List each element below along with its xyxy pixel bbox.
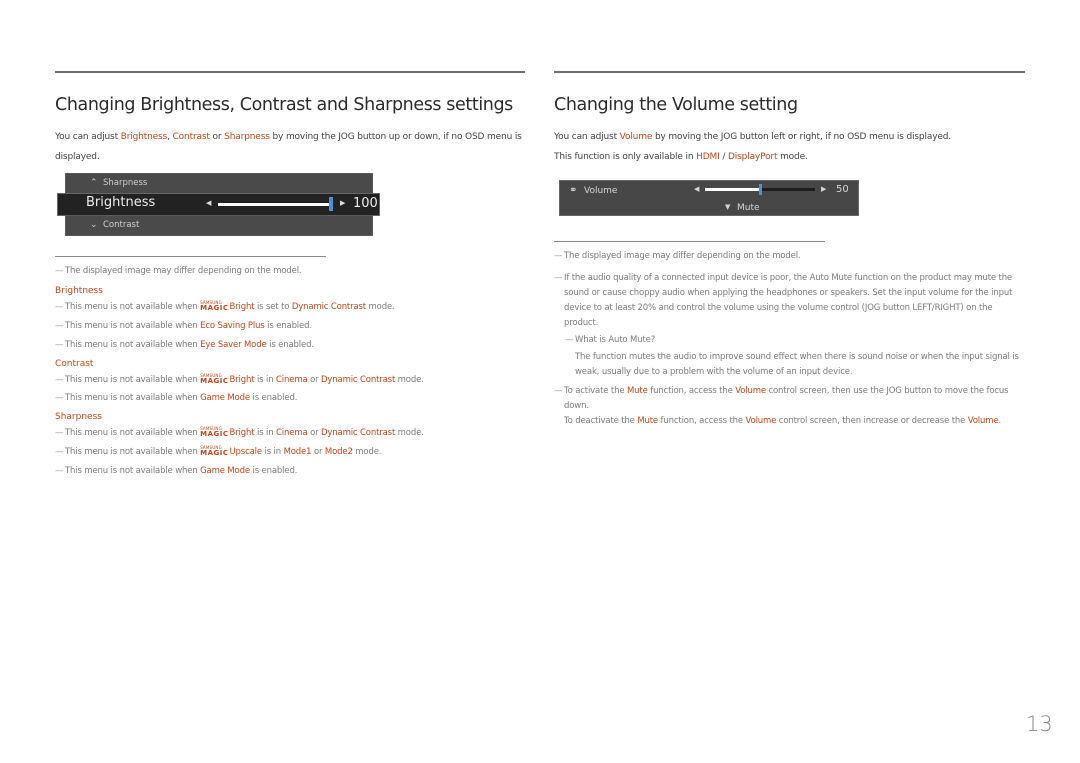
intro-text-2: This function is only available in HDMI … <box>554 152 808 162</box>
note: — The displayed image may differ dependin… <box>55 266 302 276</box>
arrow-left-icon: ◀ <box>694 185 700 193</box>
osd-item-mute: Mute <box>737 203 760 213</box>
subheading-contrast: Contrast <box>55 359 94 369</box>
samsung-magic-logo: SAMSUNG MAGIC <box>200 373 229 385</box>
volume-slider-thumb <box>759 184 762 195</box>
intro-text: You can adjust Brightness, Contrast or S… <box>55 132 522 162</box>
section-divider <box>554 71 1025 73</box>
brightness-section: Changing Brightness, Contrast and Sharpn… <box>55 71 525 167</box>
note: — To activate the Mute function, access t… <box>554 386 1009 411</box>
samsung-magic-logo: SAMSUNG MAGIC <box>200 300 229 312</box>
notes-divider <box>55 256 326 257</box>
notes-divider <box>554 241 825 242</box>
note: — The displayed image may differ dependin… <box>554 251 801 261</box>
section-title: Changing Brightness, Contrast and Sharpn… <box>55 95 513 115</box>
arrow-right-icon: ▶ <box>821 185 827 193</box>
note: — This menu is not available when Game Mo… <box>55 466 298 476</box>
volume-section: Changing the Volume setting You can adju… <box>554 71 1025 167</box>
note: — This menu is not available when SAMSUNG… <box>55 445 382 458</box>
samsung-magic-logo: SAMSUNG MAGIC <box>200 426 229 438</box>
volume-notes: — The displayed image may differ dependin… <box>554 241 1025 429</box>
keyword: Brightness <box>120 132 168 142</box>
brightness-value: 100 <box>353 196 378 211</box>
brightness-notes: — The displayed image may differ dependin… <box>55 256 525 479</box>
section-title: Changing the Volume setting <box>554 95 798 115</box>
subheading-sharpness: Sharpness <box>55 412 102 422</box>
osd-item-sharpness: ⌃ Sharpness <box>65 173 373 194</box>
osd-item-brightness: Brightness ◀ ▶ 100 <box>57 193 380 216</box>
note: — This menu is not available when Eco Sav… <box>55 321 312 331</box>
note-sub: — What is Auto Mute? <box>565 335 656 345</box>
keyword: Contrast <box>172 132 210 142</box>
arrow-left-icon: ◀ <box>206 199 212 207</box>
osd-brightness-menu: ⌃ Sharpness Brightness ◀ ▶ 100 ⌄ Contras… <box>55 173 380 236</box>
arrow-down-icon: ▼ <box>725 203 731 211</box>
note: — This menu is not available when SAMSUNG… <box>55 426 424 439</box>
intro-text: You can adjust Volume by moving the JOG … <box>554 132 952 142</box>
note: — This menu is not available when SAMSUNG… <box>55 373 424 386</box>
note: — This menu is not available when Game Mo… <box>55 393 298 403</box>
subheading-brightness: Brightness <box>55 286 103 296</box>
samsung-magic-logo: SAMSUNG MAGIC <box>200 445 229 457</box>
note: — This menu is not available when SAMSUNG… <box>55 300 395 313</box>
brightness-slider-thumb <box>329 197 333 211</box>
keyword: Sharpness <box>224 132 270 142</box>
volume-value: 50 <box>836 184 849 195</box>
section-divider <box>55 71 525 73</box>
page-number: 13 <box>1026 712 1053 736</box>
osd-volume-menu: ⚭ Volume ◀ ▶ 50 ▼ Mute <box>559 180 859 216</box>
volume-slider-fill <box>705 188 760 191</box>
note: — This menu is not available when Eye Sav… <box>55 340 314 350</box>
headphones-icon: ⚭ <box>569 185 578 196</box>
chevron-down-icon: ⌄ <box>90 220 98 230</box>
arrow-right-icon: ▶ <box>340 199 346 207</box>
chevron-up-icon: ⌃ <box>90 178 98 188</box>
note-sub-body: The function mutes the audio to improve … <box>575 352 1019 377</box>
note-continued: To deactivate the Mute function, access … <box>564 416 1002 426</box>
brightness-slider-track <box>218 203 331 206</box>
note: — If the audio quality of a connected inp… <box>554 273 1013 328</box>
osd-item-contrast: ⌄ Contrast <box>65 215 373 236</box>
